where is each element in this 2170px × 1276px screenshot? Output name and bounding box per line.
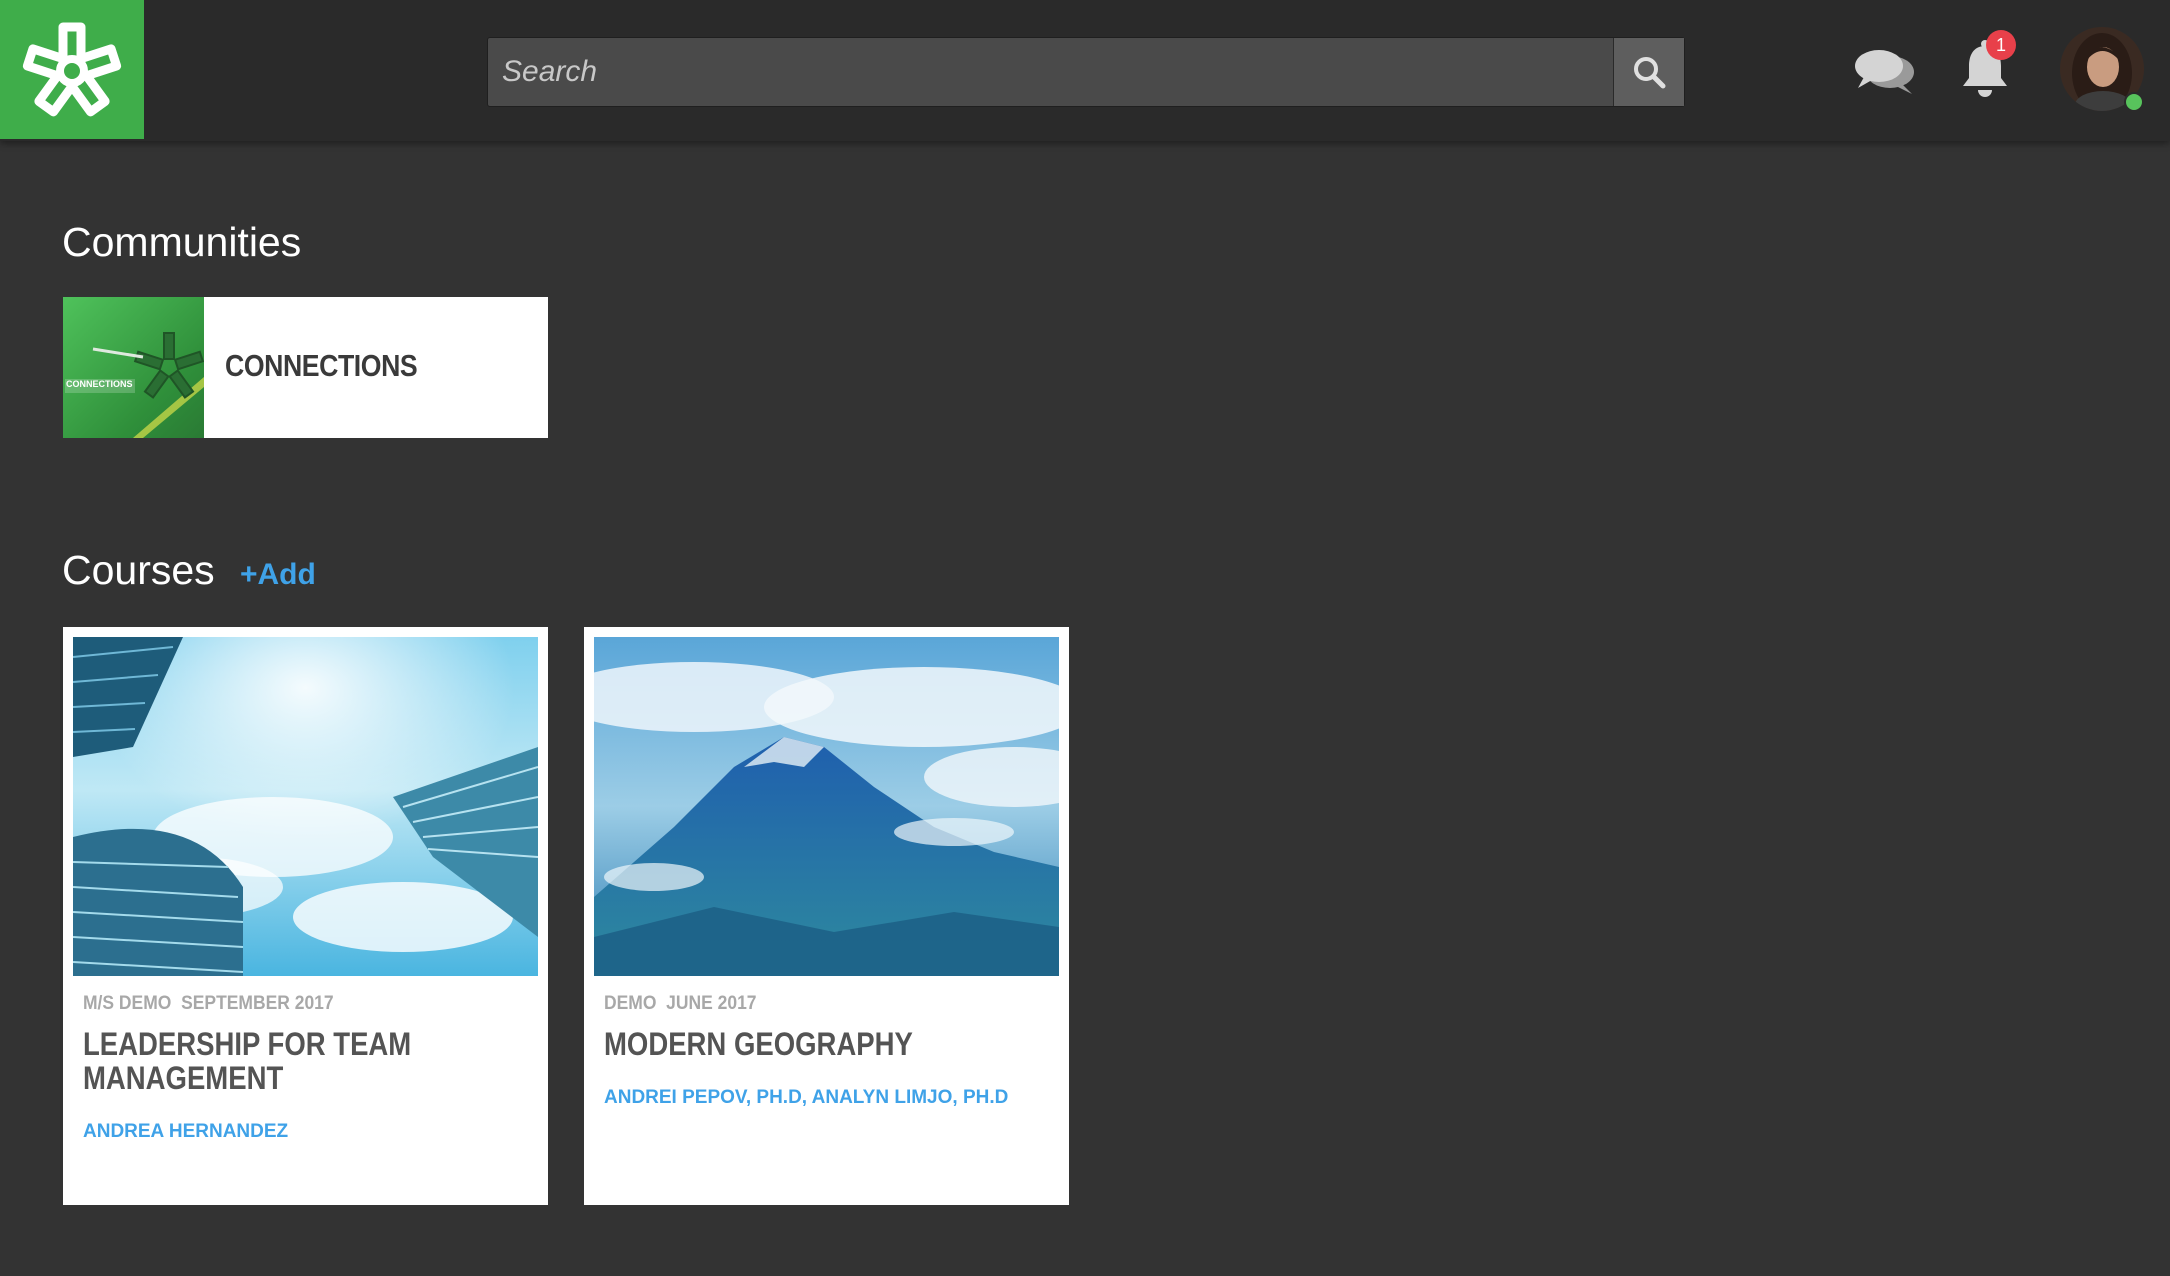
home-logo-button[interactable] — [0, 0, 144, 139]
search-input[interactable] — [488, 38, 1614, 106]
course-card[interactable]: DEMO JUNE 2017 MODERN GEOGRAPHY ANDREI P… — [584, 627, 1069, 1205]
communities-heading: Communities — [62, 219, 302, 265]
search-button[interactable] — [1613, 38, 1684, 106]
course-org: M/S DEMO — [83, 993, 172, 1014]
mountain-clouds-image — [594, 637, 1059, 976]
course-org: DEMO — [604, 993, 657, 1014]
community-card-connections[interactable]: CONNECTIONS CONNECTIONS — [63, 297, 548, 438]
notification-count-badge: 1 — [1986, 30, 2016, 60]
course-meta: M/S DEMO SEPTEMBER 2017 — [83, 993, 334, 1015]
community-name: CONNECTIONS — [225, 348, 418, 383]
search-icon — [1634, 57, 1666, 89]
online-status-indicator — [2124, 92, 2144, 112]
add-course-link[interactable]: +Add — [240, 558, 316, 592]
course-date: SEPTEMBER 2017 — [181, 993, 334, 1014]
course-date: JUNE 2017 — [666, 993, 757, 1014]
course-instructors[interactable]: ANDREI PEPOV, PH.D, ANALYN LIMJO, PH.D — [604, 1087, 1008, 1109]
course-instructors[interactable]: ANDREA HERNANDEZ — [83, 1121, 288, 1143]
courses-heading: Courses — [62, 547, 215, 593]
asterisk-logo-icon — [14, 22, 130, 129]
course-title[interactable]: LEADERSHIP FOR TEAM MANAGEMENT — [83, 1027, 487, 1095]
top-navigation-bar: 1 — [0, 0, 2170, 141]
skyscrapers-sky-image — [73, 637, 538, 976]
thumbnail-caption: CONNECTIONS — [66, 379, 133, 389]
course-meta: DEMO JUNE 2017 — [604, 993, 757, 1015]
chat-bubbles-icon — [1855, 50, 1914, 94]
search-bar — [487, 37, 1685, 107]
course-title[interactable]: MODERN GEOGRAPHY — [604, 1027, 1008, 1061]
messages-button[interactable] — [1852, 44, 1918, 100]
connections-thumbnail-graphic — [65, 332, 204, 438]
community-thumbnail: CONNECTIONS — [63, 297, 204, 438]
course-card[interactable]: M/S DEMO SEPTEMBER 2017 LEADERSHIP FOR T… — [63, 627, 548, 1205]
